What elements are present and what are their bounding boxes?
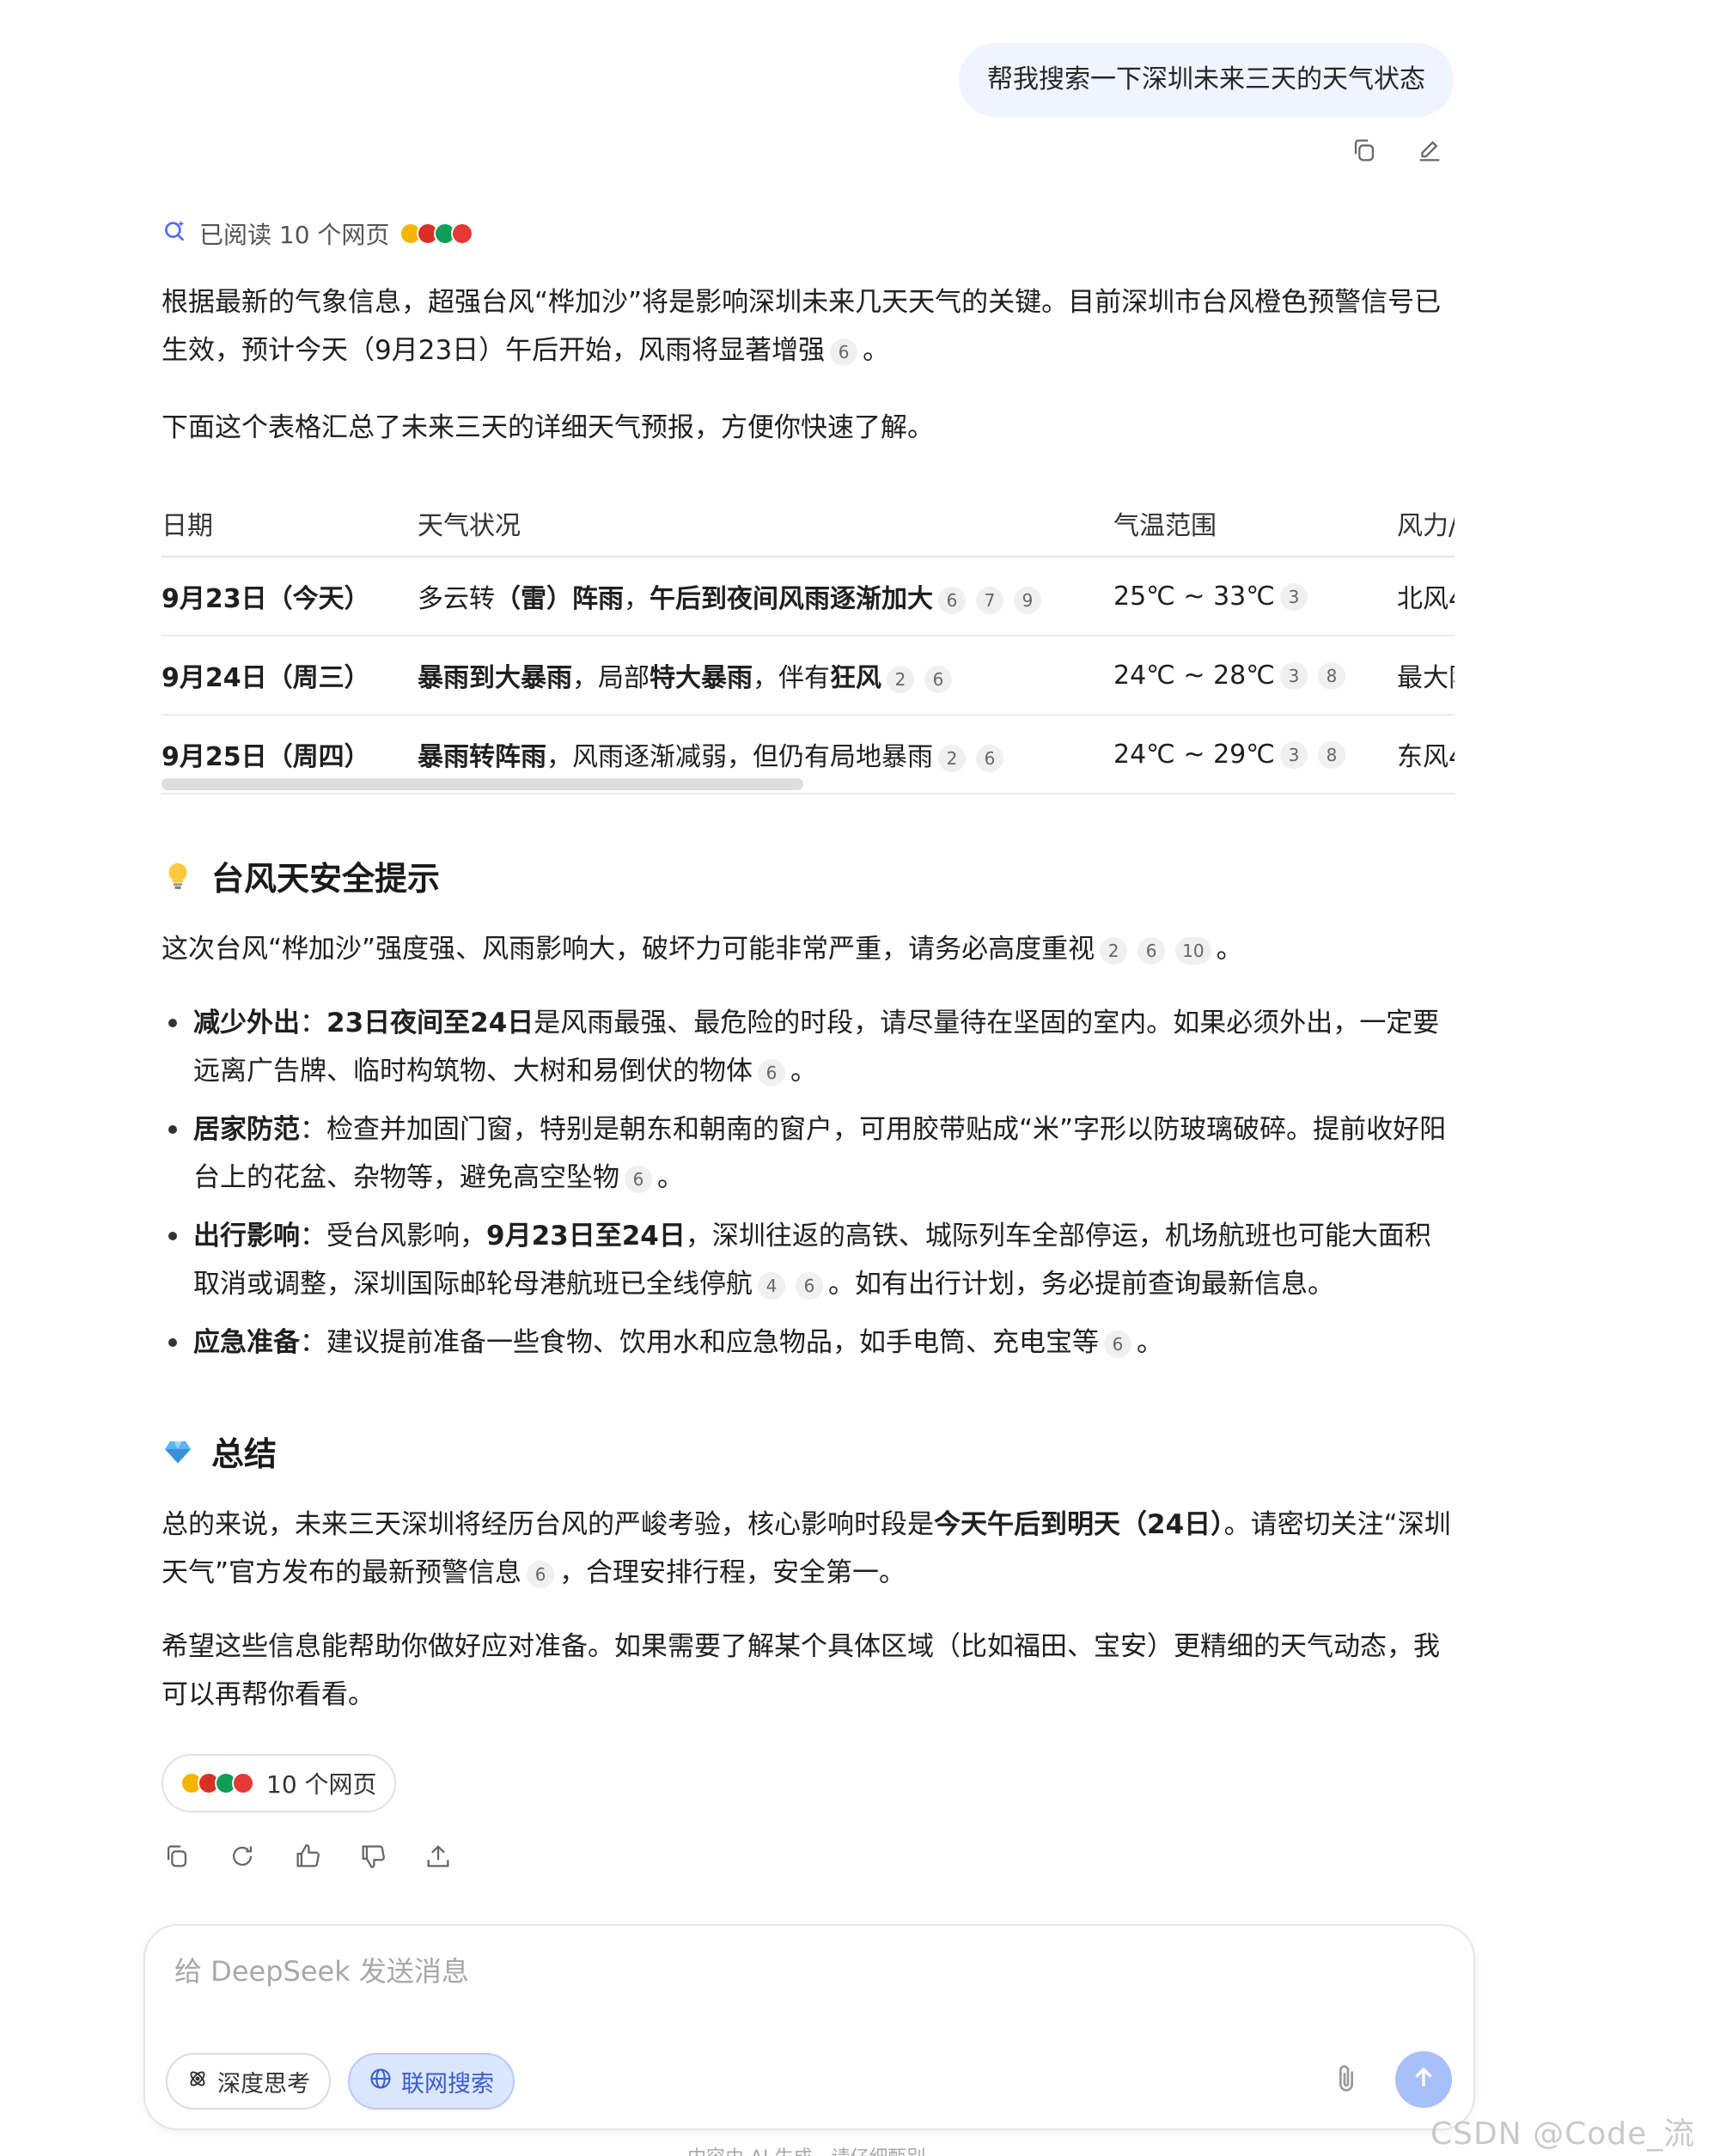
- cell-date: 9月24日（周三）: [162, 636, 418, 716]
- web-search-toggle[interactable]: 联网搜索: [348, 2053, 515, 2110]
- source-favicons: [399, 222, 474, 245]
- citation-badge[interactable]: 8: [1317, 741, 1345, 769]
- deep-think-label: 深度思考: [217, 2070, 310, 2098]
- copy-icon[interactable]: [1349, 135, 1380, 166]
- send-arrow-icon: [1409, 2063, 1438, 2096]
- safety-intro-text: 这次台风“桦加沙”强度强、风雨影响大，破坏力可能非常严重，请务必高度重视: [162, 934, 1095, 965]
- table-intro-paragraph: 下面这个表格汇总了未来三天的详细天气预报，方便你快速了解。: [162, 412, 934, 443]
- cell-wind: 最大阵: [1397, 636, 1455, 716]
- ai-disclaimer: 内容由 AI 生成，请仔细甄别: [687, 2142, 926, 2156]
- regenerate-icon[interactable]: [227, 1841, 258, 1872]
- sources-label: 10 个网页: [266, 1770, 377, 1799]
- source-favicons: [180, 1772, 254, 1794]
- safety-section: 台风天安全提示 这次台风“桦加沙”强度强、风雨影响大，破坏力可能非常严重，请务必…: [162, 852, 1455, 1377]
- list-item: 居家防范：检查并加固门窗，特别是朝东和朝南的窗户，可用胶带贴成“米”字形以防玻璃…: [162, 1105, 1455, 1202]
- safety-heading: 台风天安全提示: [162, 852, 1455, 899]
- citation-badge[interactable]: 6: [924, 665, 952, 693]
- sources-button[interactable]: 10 个网页: [162, 1754, 396, 1812]
- citation-badge[interactable]: 6: [527, 1560, 555, 1588]
- forecast-table: 日期 天气状况 气温范围 风力/ 9月23日（今天） 多云转（雷）阵雨，午后到夜…: [162, 490, 1455, 795]
- safety-list: 减少外出：23日夜间至24日是风雨最强、最危险的时段，请尽量待在坚固的室内。如果…: [162, 999, 1455, 1367]
- cell-weather: 暴雨到大暴雨，局部特大暴雨，伴有狂风 2 6: [418, 636, 1113, 716]
- citation-badge[interactable]: 6: [625, 1165, 652, 1193]
- header-temp: 气温范围: [1113, 490, 1397, 557]
- chat-page: 帮我搜索一下深圳未来三天的天气状态 已阅读 10 个网页 根据最新的气象信息，超…: [0, 0, 1726, 2156]
- cell-weather: 多云转（雷）阵雨，午后到夜间风雨逐渐加大 6 7 9: [418, 557, 1113, 636]
- citation-badge[interactable]: 9: [1014, 586, 1041, 614]
- favicon: [451, 222, 474, 245]
- watermark: CSDN @Code_流苏: [1430, 2116, 1696, 2152]
- citation-badge[interactable]: 6: [938, 586, 966, 614]
- table-header-row: 日期 天气状况 气温范围 风力/: [162, 490, 1455, 557]
- summary-paragraph: 总的来说，未来三天深圳将经历台风的严峻考验，核心影响时段是今天午后到明天（24日…: [162, 1509, 1451, 1588]
- citation-badge[interactable]: 6: [796, 1271, 823, 1300]
- closing-paragraph: 希望这些信息能帮助你做好应对准备。如果需要了解某个具体区域（比如福田、宝安）更精…: [162, 1631, 1440, 1710]
- safety-intro: 这次台风“桦加沙”强度强、风雨影响大，破坏力可能非常严重，请务必高度重视 2 6 10…: [162, 934, 1243, 965]
- intro-end: 。: [863, 335, 890, 366]
- safety-heading-text: 台风天安全提示: [211, 860, 441, 898]
- answer-actions: [162, 1841, 454, 1872]
- share-icon[interactable]: [423, 1841, 454, 1872]
- citation-badge[interactable]: 6: [1137, 936, 1166, 965]
- citation-badge[interactable]: 6: [976, 744, 1003, 772]
- intro-text: 根据最新的气象信息，超强台风“桦加沙”将是影响深圳未来几天天气的关键。目前深圳市…: [162, 287, 1442, 366]
- summary-heading: 总结: [162, 1428, 1455, 1475]
- cell-temp: 24℃ ~ 28℃ 3 8: [1113, 636, 1397, 716]
- cell-temp: 24℃ ~ 29℃ 3 8: [1113, 715, 1397, 795]
- citation-badge[interactable]: 2: [938, 744, 966, 772]
- list-item: 出行影响：受台风影响，9月23日至24日，深圳往返的高铁、城际列车全部停运，机场…: [162, 1212, 1455, 1308]
- favicon: [232, 1772, 254, 1794]
- citation-badge[interactable]: 10: [1175, 936, 1211, 965]
- web-search-label: 联网搜索: [401, 2070, 494, 2098]
- thumbs-up-icon[interactable]: [292, 1841, 323, 1872]
- citation-badge[interactable]: 6: [1104, 1330, 1131, 1358]
- deep-think-toggle[interactable]: 深度思考: [166, 2053, 331, 2110]
- citation-badge[interactable]: 7: [976, 586, 1003, 614]
- header-date: 日期: [162, 490, 418, 557]
- citation-badge[interactable]: 6: [758, 1058, 785, 1087]
- copy-icon[interactable]: [162, 1841, 192, 1872]
- globe-icon: [369, 2067, 393, 2097]
- table-intro: 下面这个表格汇总了未来三天的详细天气预报，方便你快速了解。: [162, 404, 1455, 452]
- read-status-text: 已阅读 10 个网页: [199, 221, 390, 249]
- citation-badge[interactable]: 3: [1279, 662, 1308, 690]
- paperclip-icon[interactable]: [1329, 2062, 1367, 2099]
- header-weather: 天气状况: [418, 490, 1113, 557]
- citation-badge[interactable]: 2: [887, 665, 914, 693]
- header-wind: 风力/: [1397, 490, 1455, 557]
- diamond-icon: [162, 1435, 194, 1468]
- list-item: 应急准备：建议提前准备一些食物、饮用水和应急物品，如手电筒、充电宝等 6。: [162, 1319, 1455, 1367]
- list-item: 减少外出：23日夜间至24日是风雨最强、最危险的时段，请尽量待在坚固的室内。如果…: [162, 999, 1455, 1095]
- user-message-bubble: 帮我搜索一下深圳未来三天的天气状态: [959, 43, 1454, 117]
- message-input[interactable]: [174, 1950, 1429, 2001]
- send-button[interactable]: [1395, 2051, 1452, 2108]
- citation-badge[interactable]: 8: [1317, 662, 1345, 690]
- message-composer: 深度思考 联网搜索: [143, 1924, 1475, 2130]
- user-message-actions: [1349, 135, 1445, 166]
- lightbulb-icon: [162, 860, 194, 892]
- deep-think-icon: [186, 2068, 209, 2096]
- cell-wind: 东风4: [1397, 715, 1455, 795]
- citation-badge[interactable]: 2: [1100, 936, 1128, 965]
- cell-wind: 北风4: [1397, 557, 1455, 636]
- citation-badge[interactable]: 3: [1279, 583, 1308, 611]
- citation-badge[interactable]: 4: [758, 1271, 785, 1300]
- forecast-table-wrapper[interactable]: 日期 天气状况 气温范围 风力/ 9月23日（今天） 多云转（雷）阵雨，午后到夜…: [162, 490, 1455, 795]
- edit-icon[interactable]: [1414, 135, 1445, 166]
- summary-section: 总结 总的来说，未来三天深圳将经历台风的严峻考验，核心影响时段是今天午后到明天（…: [162, 1428, 1455, 1719]
- table-horizontal-scrollbar[interactable]: [162, 778, 803, 790]
- search-spark-icon: [162, 217, 189, 251]
- cell-date: 9月23日（今天）: [162, 557, 418, 636]
- citation-badge[interactable]: 6: [830, 338, 858, 366]
- cell-temp: 25℃ ~ 33℃ 3: [1113, 557, 1397, 636]
- intro-paragraph: 根据最新的气象信息，超强台风“桦加沙”将是影响深圳未来几天天气的关键。目前深圳市…: [162, 278, 1455, 375]
- table-row: 9月24日（周三） 暴雨到大暴雨，局部特大暴雨，伴有狂风 2 6 24℃ ~ 28℃…: [162, 636, 1455, 716]
- read-status[interactable]: 已阅读 10 个网页: [162, 216, 474, 251]
- citation-badge[interactable]: 3: [1279, 741, 1308, 769]
- table-row: 9月23日（今天） 多云转（雷）阵雨，午后到夜间风雨逐渐加大 6 7 9 25℃ ~ …: [162, 557, 1455, 636]
- summary-heading-text: 总结: [211, 1435, 278, 1473]
- thumbs-down-icon[interactable]: [357, 1841, 388, 1872]
- answer-intro: 根据最新的气象信息，超强台风“桦加沙”将是影响深圳未来几天天气的关键。目前深圳市…: [162, 278, 1455, 375]
